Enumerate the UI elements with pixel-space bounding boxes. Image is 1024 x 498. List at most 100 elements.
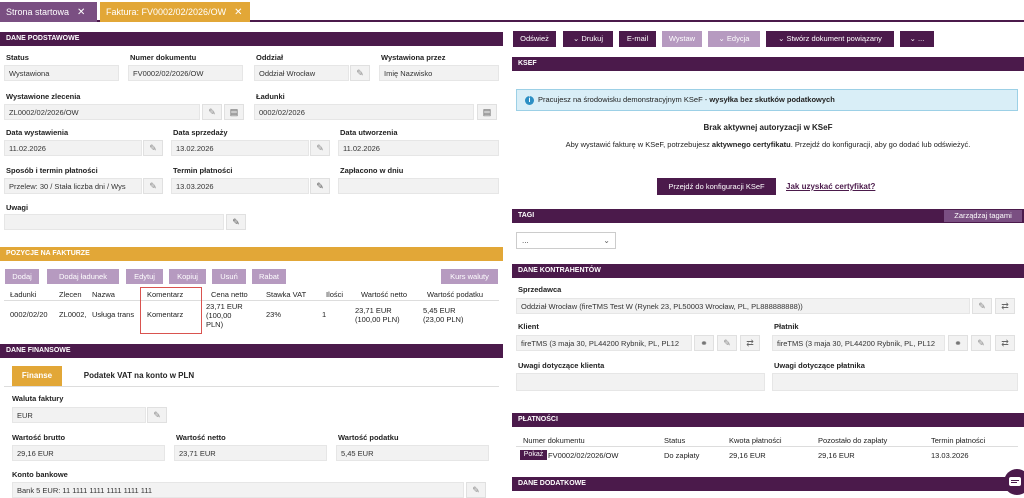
edit-icon[interactable]: ✎: [143, 140, 163, 156]
link-icon[interactable]: ⚭: [694, 335, 714, 351]
edit-icon[interactable]: ✎: [143, 178, 163, 194]
edit-icon[interactable]: ✎: [717, 335, 737, 351]
col-tax-value[interactable]: Wartość podatku: [427, 290, 483, 299]
ksef-desc-c: . Przejdź do konfiguracji, aby go dodać …: [790, 140, 971, 149]
create-related-button[interactable]: ⌄ Stwórz dokument powiązany: [766, 31, 894, 47]
payment-due: 13.03.2026: [931, 451, 969, 460]
tab-invoice[interactable]: Faktura: FV0002/02/2026/OW ✕: [100, 2, 250, 22]
col-due-date[interactable]: Termin płatności: [931, 436, 985, 445]
show-button[interactable]: Pokaż: [520, 450, 547, 460]
swap-icon[interactable]: ⇄: [995, 298, 1015, 314]
issue-date-label: Data wystawienia: [6, 128, 69, 137]
chat-button[interactable]: [1004, 469, 1024, 495]
col-net-value[interactable]: Wartość netto: [361, 290, 407, 299]
edit-icon[interactable]: ✎: [972, 298, 992, 314]
issue-button[interactable]: Wystaw: [662, 31, 702, 47]
branch-label: Oddział: [256, 53, 284, 62]
paid-field: [338, 178, 499, 194]
notes-label: Uwagi: [6, 203, 29, 212]
created-label: Data utworzenia: [340, 128, 398, 137]
ksef-info-text: Pracujesz na środowisku demonstracyjnym …: [538, 95, 710, 104]
chevron-down-icon: ⌄: [603, 236, 610, 245]
client-notes-label: Uwagi dotyczące klienta: [518, 361, 605, 370]
close-icon[interactable]: ✕: [77, 7, 85, 18]
section-extra-header: DANE DODATKOWE: [512, 477, 1024, 491]
col-status[interactable]: Status: [664, 436, 685, 445]
ksef-info-bold: wysyłka bez skutków podatkowych: [709, 95, 835, 104]
loads-label: Ładunki: [256, 92, 285, 101]
created-field: 11.02.2026: [338, 140, 499, 156]
create-related-label: Stwórz dokument powiązany: [786, 34, 882, 43]
tax-label: Wartość podatku: [338, 433, 399, 442]
link-icon[interactable]: ⚭: [948, 335, 968, 351]
close-icon[interactable]: ✕: [234, 7, 242, 18]
swap-icon[interactable]: ⇄: [740, 335, 760, 351]
client-notes-field: [516, 373, 765, 391]
seller-field: Oddział Wrocław (fireTMS Test W (Rynek 2…: [516, 298, 970, 314]
col-loads[interactable]: Ładunki: [10, 290, 36, 299]
payer-notes-label: Uwagi dotyczące płatnika: [774, 361, 865, 370]
discount-button[interactable]: Rabat: [252, 269, 286, 284]
tab-home[interactable]: Strona startowa ✕: [0, 2, 97, 22]
swap-icon[interactable]: ⇄: [995, 335, 1015, 351]
print-button[interactable]: ⌄ Drukuj: [563, 31, 613, 47]
document-icon[interactable]: ▤: [224, 104, 244, 120]
edit-icon[interactable]: ✎: [466, 482, 486, 498]
document-icon[interactable]: ▤: [477, 104, 497, 120]
refresh-button[interactable]: Odśwież: [513, 31, 556, 47]
tags-select[interactable]: ... ⌄: [516, 232, 616, 249]
issuer-field: Imię Nazwisko: [379, 65, 499, 81]
copy-button[interactable]: Kopiuj: [169, 269, 206, 284]
row-price-pln-unit: PLN): [206, 320, 224, 329]
col-net-price[interactable]: Cena netto: [211, 290, 248, 299]
status-label: Status: [6, 53, 29, 62]
comment-highlight: [140, 287, 202, 334]
ksef-config-button[interactable]: Przejdź do konfiguracji KSeF: [657, 178, 776, 195]
section-payments-header: PŁATNOŚCI: [512, 413, 1024, 427]
col-vat-rate[interactable]: Stawka VAT: [266, 290, 306, 299]
branch-field: Oddział Wrocław: [254, 65, 349, 81]
col-name[interactable]: Nazwa: [92, 290, 115, 299]
col-remaining[interactable]: Pozostało do zapłaty: [818, 436, 887, 445]
col-quantity[interactable]: Ilości: [326, 290, 343, 299]
payment-remaining: 29,16 EUR: [818, 451, 855, 460]
edit-icon[interactable]: ✎: [147, 407, 167, 423]
payment-doc-number: FV0002/02/2026/OW: [548, 451, 619, 460]
edit-icon[interactable]: ✎: [226, 214, 246, 230]
currency-label: Waluta faktury: [12, 394, 64, 403]
edit-button[interactable]: Edytuj: [126, 269, 163, 284]
col-doc-number[interactable]: Numer dokumentu: [523, 436, 585, 445]
number-label: Numer dokumentu: [130, 53, 197, 62]
row-net-pln: (100,00 PLN): [355, 315, 400, 324]
edit-icon[interactable]: ✎: [350, 65, 370, 81]
add-button[interactable]: Dodaj: [5, 269, 39, 284]
row-loads: 0002/02/20: [10, 310, 48, 319]
tab-finance[interactable]: Finanse: [12, 366, 62, 386]
row-order: ZL0002,: [59, 310, 87, 319]
row-net-eur: 23,71 EUR: [355, 306, 392, 315]
notes-field: [4, 214, 224, 230]
edit-icon[interactable]: ✎: [971, 335, 991, 351]
row-name: Usługa trans: [92, 310, 135, 319]
certificate-link[interactable]: Jak uzyskać certyfikat?: [786, 182, 875, 191]
edit-icon[interactable]: ✎: [202, 104, 222, 120]
tab-bar: Strona startowa ✕ Faktura: FV0002/02/2026…: [0, 0, 1024, 22]
col-order[interactable]: Zlecen: [59, 290, 82, 299]
table-row[interactable]: 0002/02/20 ZL0002, Usługa trans Komentar…: [0, 300, 503, 332]
email-button[interactable]: E-mail: [619, 31, 656, 47]
col-amount[interactable]: Kwota płatności: [729, 436, 782, 445]
add-load-button[interactable]: Dodaj ładunek: [47, 269, 119, 284]
edit-icon[interactable]: ✎: [310, 140, 330, 156]
section-basic-header: DANE PODSTAWOWE: [0, 32, 503, 46]
delete-button[interactable]: Usuń: [212, 269, 246, 284]
bank-label: Konto bankowe: [12, 470, 68, 479]
section-ksef-header: KSEF: [512, 57, 1024, 71]
edit-menu-button[interactable]: ⌄ Edycja: [708, 31, 760, 47]
tab-vat-pln[interactable]: Podatek VAT na konto w PLN: [64, 366, 214, 386]
chevron-down-icon: ⌄: [718, 34, 727, 43]
exchange-rate-button[interactable]: Kurs waluty: [441, 269, 498, 284]
net-field: 23,71 EUR: [174, 445, 327, 461]
more-button[interactable]: ⌄ ...: [900, 31, 934, 47]
edit-icon[interactable]: ✎: [310, 178, 330, 194]
manage-tags-button[interactable]: Zarządzaj tagami: [944, 210, 1022, 222]
